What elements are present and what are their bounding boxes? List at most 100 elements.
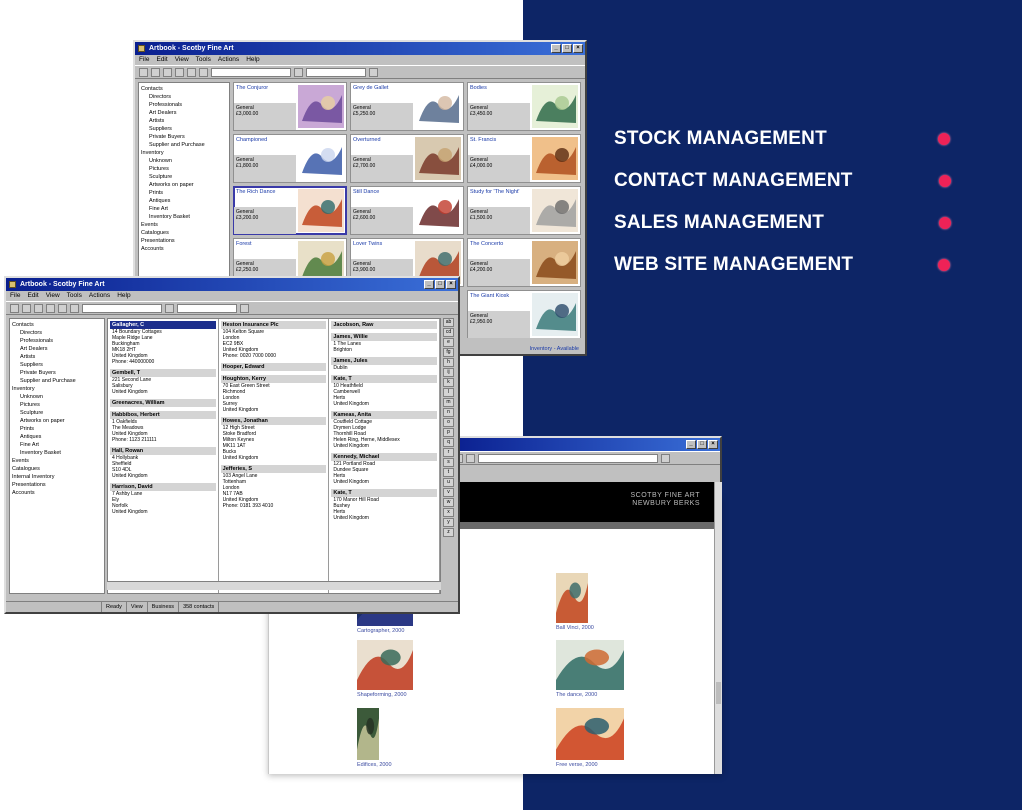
contact-name[interactable]: Gembell, T bbox=[110, 369, 216, 377]
tree-item[interactable]: Prints bbox=[141, 189, 227, 197]
contact-card[interactable]: Gallagher, C 14 Boundary Cottages Maple Ri… bbox=[110, 321, 216, 365]
view-select[interactable] bbox=[177, 303, 237, 313]
minimize-button[interactable]: _ bbox=[551, 44, 561, 53]
open-icon[interactable] bbox=[22, 303, 31, 313]
artwork-thumbnail[interactable] bbox=[532, 85, 578, 128]
close-button[interactable]: × bbox=[573, 44, 583, 53]
contact-name[interactable]: Hooper, Edward bbox=[220, 363, 327, 371]
folder-tree[interactable]: Contacts Directors Professionals Art Dea… bbox=[9, 318, 105, 594]
tree-item[interactable]: Catalogues bbox=[141, 229, 227, 237]
search-input[interactable] bbox=[82, 303, 162, 313]
tree-item[interactable]: Supplier and Purchase bbox=[141, 141, 227, 149]
artwork-thumbnail[interactable] bbox=[298, 189, 344, 232]
help-icon[interactable] bbox=[369, 67, 378, 77]
contact-name[interactable]: Kameas, Anita bbox=[331, 411, 438, 419]
artwork-thumbnail[interactable] bbox=[532, 137, 578, 180]
letter-tab[interactable]: u bbox=[443, 478, 454, 487]
inventory-tile[interactable]: The Conjuror General £3,000.00 bbox=[233, 82, 347, 131]
contact-name[interactable]: Jacobson, Raw bbox=[331, 321, 438, 329]
tree-item[interactable]: Art Dealers bbox=[141, 109, 227, 117]
tree-item[interactable]: Artists bbox=[141, 117, 227, 125]
letter-tab[interactable]: p bbox=[443, 428, 454, 437]
menu-tools[interactable]: Tools bbox=[67, 291, 82, 301]
menu-actions[interactable]: Actions bbox=[218, 55, 239, 65]
inventory-tile[interactable]: Still Dance General £2,600.00 bbox=[350, 186, 464, 235]
contact-name[interactable]: James, Willie bbox=[331, 333, 438, 341]
site-logo[interactable]: SCOTBY FINE ART NEWBURY BERKS bbox=[631, 492, 700, 508]
tree-item[interactable]: Inventory bbox=[141, 149, 227, 157]
artwork-thumbnail[interactable] bbox=[556, 573, 588, 623]
contact-name[interactable]: James, Jules bbox=[331, 357, 438, 365]
artwork-thumbnail[interactable] bbox=[556, 640, 624, 690]
contact-card[interactable]: James, Willie 1 The Lanes Brighton bbox=[331, 333, 438, 353]
letter-tab[interactable]: l bbox=[443, 388, 454, 397]
contact-name[interactable]: Habbibos, Herbert bbox=[110, 411, 216, 419]
artwork-thumbnail[interactable] bbox=[357, 640, 413, 690]
tree-item[interactable]: Private Buyers bbox=[141, 133, 227, 141]
search-input[interactable] bbox=[211, 67, 291, 77]
copy-icon[interactable] bbox=[46, 303, 55, 313]
tree-item[interactable]: Suppliers bbox=[141, 125, 227, 133]
artwork-thumbnail[interactable] bbox=[415, 85, 461, 128]
letter-tab[interactable]: ab bbox=[443, 318, 454, 327]
tree-item[interactable]: Accounts bbox=[12, 489, 102, 497]
tree-item[interactable]: Events bbox=[12, 457, 102, 465]
minimize-button[interactable]: _ bbox=[686, 440, 696, 449]
tree-item[interactable]: Artists bbox=[12, 353, 102, 361]
tree-item[interactable]: Art Dealers bbox=[12, 345, 102, 353]
inventory-tile[interactable]: Championed General £1,800.00 bbox=[233, 134, 347, 183]
artwork-caption[interactable]: Cartographer, 2000 bbox=[357, 628, 413, 634]
browser-scrollbar[interactable] bbox=[714, 482, 722, 774]
artwork-caption[interactable]: Shapeforming, 2000 bbox=[357, 692, 413, 698]
artwork-caption[interactable]: The dance, 2000 bbox=[556, 692, 624, 698]
contact-card[interactable]: Howes, Jonathan 12 High Street Stoke Bradf… bbox=[220, 417, 327, 461]
view-select[interactable] bbox=[306, 67, 366, 77]
contact-card[interactable]: Gembell, T 221 Second Lane Salisbury United… bbox=[110, 369, 216, 395]
contact-name[interactable]: Howes, Jonathan bbox=[220, 417, 327, 425]
letter-tab[interactable]: q bbox=[443, 438, 454, 447]
letter-tab[interactable]: t bbox=[443, 468, 454, 477]
tree-item[interactable]: Professionals bbox=[141, 101, 227, 109]
contact-name[interactable]: Jefferies, S bbox=[220, 465, 327, 473]
menu-edit[interactable]: Edit bbox=[27, 291, 38, 301]
address-bar[interactable] bbox=[478, 453, 658, 463]
letter-tab[interactable]: z bbox=[443, 528, 454, 537]
tree-item[interactable]: Antiques bbox=[12, 433, 102, 441]
tree-item[interactable]: Artworks on paper bbox=[141, 181, 227, 189]
tree-item[interactable]: Prints bbox=[12, 425, 102, 433]
contact-card[interactable]: Kate, T 10 Heathfield Camberwell Herts Unite… bbox=[331, 375, 438, 407]
close-button[interactable]: × bbox=[446, 280, 456, 289]
artwork-caption[interactable]: Edifices, 2000 bbox=[357, 762, 392, 768]
tree-item[interactable]: Internal Inventory bbox=[12, 473, 102, 481]
contact-card[interactable]: Houghton, Kerry 70 East Green Street Richm… bbox=[220, 375, 327, 413]
tree-item[interactable]: Private Buyers bbox=[12, 369, 102, 377]
menu-tools[interactable]: Tools bbox=[196, 55, 211, 65]
print-icon[interactable] bbox=[34, 303, 43, 313]
inventory-tile[interactable]: Study for 'The Night' General £1,500.00 bbox=[467, 186, 581, 235]
tree-item[interactable]: Supplier and Purchase bbox=[12, 377, 102, 385]
artwork-item[interactable]: The dance, 2000 bbox=[556, 640, 624, 698]
contact-name[interactable]: Hall, Rowan bbox=[110, 447, 216, 455]
inventory-tile[interactable]: St. Francis General £4,000.00 bbox=[467, 134, 581, 183]
contact-name[interactable]: Gallagher, C bbox=[110, 321, 216, 329]
contact-card[interactable]: Kate, T 170 Manor Hill Road Bushey Herts Uni… bbox=[331, 489, 438, 521]
inventory-tile[interactable]: Grey de Gallet General £5,250.00 bbox=[350, 82, 464, 131]
artwork-caption[interactable]: Ball Vinci, 2000 bbox=[556, 625, 594, 631]
artwork-thumbnail[interactable] bbox=[298, 137, 344, 180]
menu-edit[interactable]: Edit bbox=[156, 55, 167, 65]
search-icon[interactable] bbox=[165, 303, 174, 313]
contact-name[interactable]: Heston Insurance Plc bbox=[220, 321, 327, 329]
contact-name[interactable]: Greenacres, William bbox=[110, 399, 216, 407]
artwork-thumbnail[interactable] bbox=[415, 189, 461, 232]
letter-tab[interactable]: x bbox=[443, 508, 454, 517]
tree-item[interactable]: Professionals bbox=[12, 337, 102, 345]
letter-tab[interactable]: fg bbox=[443, 348, 454, 357]
contact-card[interactable]: Greenacres, William bbox=[110, 399, 216, 407]
contact-card[interactable]: Kameas, Anita Coutfield Cottage Drymen Lod… bbox=[331, 411, 438, 449]
letter-tab[interactable]: o bbox=[443, 418, 454, 427]
contact-name[interactable]: Kennedy, Michael bbox=[331, 453, 438, 461]
inventory-tile[interactable]: The Giant Kiosk General £2,950.00 bbox=[467, 290, 581, 338]
artwork-item[interactable]: Edifices, 2000 bbox=[357, 708, 392, 768]
menu-view[interactable]: View bbox=[175, 55, 189, 65]
open-icon[interactable] bbox=[151, 67, 160, 77]
